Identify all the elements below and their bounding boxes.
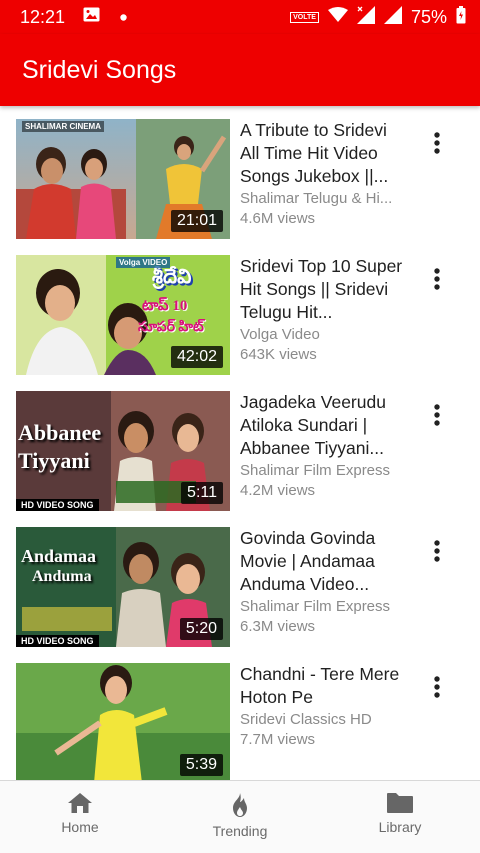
video-list-item[interactable]: SHALIMAR CINEMA 21:01 A Tribute to Sride…: [0, 106, 480, 242]
thumbnail-caption: Andamaa: [21, 546, 97, 566]
video-thumbnail[interactable]: Andamaa Anduma HD VIDEO SONG 5:20: [16, 527, 230, 647]
channel-name: Shalimar Film Express: [240, 462, 391, 479]
video-thumbnail[interactable]: 5:39: [16, 663, 230, 780]
video-thumbnail[interactable]: SHALIMAR CINEMA 21:01: [16, 119, 230, 239]
nav-item-home[interactable]: Home: [0, 781, 160, 853]
video-title[interactable]: Jagadeka Veerudu Atiloka Sundari | Abban…: [240, 391, 410, 460]
more-options-button[interactable]: [424, 264, 450, 294]
hd-label: HD: [21, 500, 34, 510]
video-duration: 21:01: [170, 210, 223, 232]
more-vert-icon: [434, 268, 440, 290]
status-bar: 12:21 VOLTE 75%: [0, 0, 480, 34]
video-info[interactable]: Sridevi Top 10 Super Hit Songs || Sridev…: [240, 255, 410, 365]
nav-item-library[interactable]: Library: [320, 781, 480, 853]
video-song-label: VIDEO SONG: [36, 636, 94, 646]
app-title: Sridevi Songs: [22, 55, 177, 84]
app-bar: Sridevi Songs: [0, 34, 480, 106]
more-vert-icon: [434, 132, 440, 154]
hd-label: HD: [21, 636, 34, 646]
channel-name: Volga Video: [240, 326, 320, 343]
view-count: 4.2M views: [240, 482, 316, 499]
signal-icon: [383, 5, 402, 29]
thumbnail-caption: శ్రీదేవి: [152, 266, 192, 288]
video-list-item[interactable]: Abbanee Tiyyani HD VIDEO SONG 5:11 Jagad…: [0, 378, 480, 514]
nav-label-home: Home: [61, 819, 99, 835]
video-list-item[interactable]: Andamaa Anduma HD VIDEO SONG 5:20 Govind…: [0, 514, 480, 650]
video-song-label: VIDEO SONG: [36, 500, 94, 510]
thumbnail-caption: Anduma: [32, 568, 92, 585]
video-info[interactable]: Govinda Govinda Movie | Andamaa Anduma V…: [240, 527, 410, 637]
channel-name: Shalimar Film Express: [240, 598, 391, 615]
nav-item-trending[interactable]: Trending: [160, 781, 320, 853]
signal-icon: [356, 5, 375, 29]
video-info[interactable]: A Tribute to Sridevi All Time Hit Video …: [240, 119, 410, 229]
video-info[interactable]: Jagadeka Veerudu Atiloka Sundari | Abban…: [240, 391, 410, 501]
thumbnail-caption: Abbanee: [18, 420, 102, 445]
hd-video-song-tag: HD VIDEO SONG: [16, 499, 99, 511]
battery-percentage: 75%: [410, 6, 447, 27]
more-options-button[interactable]: [424, 400, 450, 430]
thumbnail-caption: Tiyyani: [18, 448, 90, 473]
more-options-button[interactable]: [424, 672, 450, 702]
more-options-button[interactable]: [424, 128, 450, 158]
video-title[interactable]: A Tribute to Sridevi All Time Hit Video …: [240, 119, 410, 188]
dot-icon: [120, 8, 127, 26]
thumbnail-caption: సూపర్ హిట్: [138, 320, 204, 335]
video-thumbnail[interactable]: శ్రీదేవి టాప్ 10 సూపర్ హిట్ Volga VIDEO …: [16, 255, 230, 375]
video-list-item[interactable]: 5:39 Chandni - Tere Mere Hoton Pe Sridev…: [0, 650, 480, 780]
battery-icon: [456, 5, 466, 29]
volte-icon: VOLTE: [290, 11, 319, 23]
folder-icon: [387, 793, 413, 813]
hd-video-song-tag: HD VIDEO SONG: [16, 635, 99, 647]
nav-label-library: Library: [378, 819, 422, 835]
channel-watermark: Volga VIDEO: [116, 257, 171, 268]
flame-icon: [233, 793, 247, 817]
video-duration: 5:11: [181, 482, 223, 504]
channel-name: Sridevi Classics HD: [240, 711, 372, 728]
status-time: 12:21: [20, 6, 66, 27]
video-title[interactable]: Sridevi Top 10 Super Hit Songs || Sridev…: [240, 255, 410, 324]
channel-name: Shalimar Telugu & Hi...: [240, 190, 393, 207]
image-icon: [83, 7, 100, 27]
video-title[interactable]: Chandni - Tere Mere Hoton Pe: [240, 663, 410, 709]
video-list-item[interactable]: శ్రీదేవి టాప్ 10 సూపర్ హిట్ Volga VIDEO …: [0, 242, 480, 378]
video-duration: 42:02: [170, 346, 223, 368]
thumbnail-caption: టాప్ 10: [142, 298, 188, 314]
home-icon: [68, 793, 92, 813]
channel-watermark: SHALIMAR CINEMA: [22, 121, 104, 132]
view-count: 4.6M views: [240, 210, 316, 227]
more-options-button[interactable]: [424, 536, 450, 566]
video-duration: 5:20: [179, 618, 223, 640]
nav-label-trending: Trending: [212, 823, 268, 839]
video-title[interactable]: Govinda Govinda Movie | Andamaa Anduma V…: [240, 527, 410, 596]
video-thumbnail[interactable]: Abbanee Tiyyani HD VIDEO SONG 5:11: [16, 391, 230, 511]
bottom-navigation: Home Trending Library: [0, 780, 480, 853]
view-count: 6.3M views: [240, 618, 316, 635]
view-count: 7.7M views: [240, 731, 316, 748]
video-duration: 5:39: [179, 754, 223, 776]
view-count: 643K views: [240, 346, 317, 363]
more-vert-icon: [434, 676, 440, 698]
more-vert-icon: [434, 404, 440, 426]
wifi-icon: [327, 7, 348, 27]
video-info[interactable]: Chandni - Tere Mere Hoton Pe Sridevi Cla…: [240, 663, 410, 750]
video-list[interactable]: SHALIMAR CINEMA 21:01 A Tribute to Sride…: [0, 106, 480, 780]
more-vert-icon: [434, 540, 440, 562]
